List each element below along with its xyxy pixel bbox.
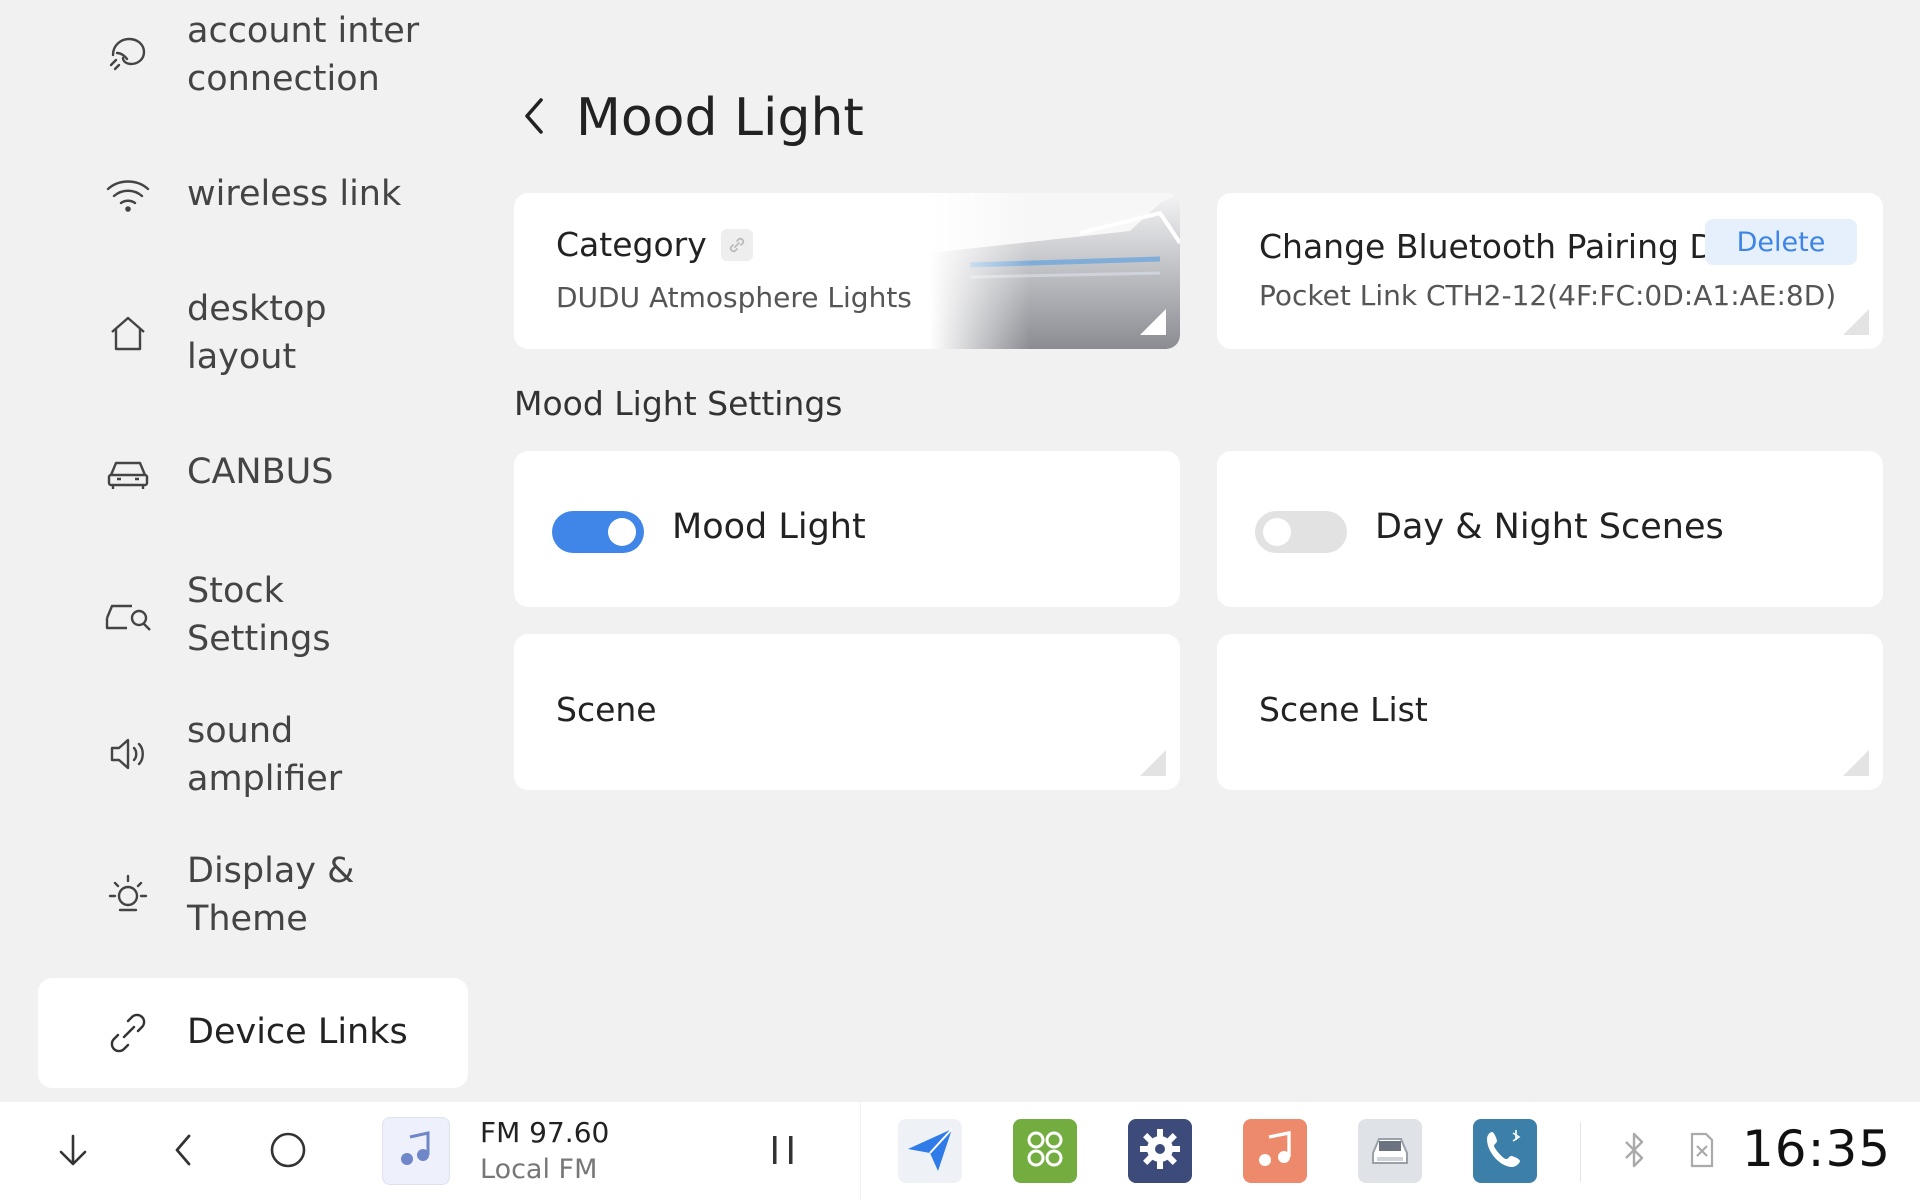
sidebar-item-label: connection: [187, 59, 380, 99]
mood-light-toggle[interactable]: [552, 511, 644, 553]
car-wrench-icon: [102, 588, 154, 640]
pause-icon: [767, 1132, 799, 1172]
back-button[interactable]: [512, 92, 558, 144]
taskbar: FM 97.60 Local FM 16:35: [0, 1102, 1920, 1200]
navigation-app[interactable]: [898, 1119, 962, 1183]
music-note-icon: [396, 1129, 436, 1173]
day-night-card: Day & Night Scenes: [1217, 451, 1883, 607]
section-label: Mood Light Settings: [514, 384, 843, 423]
sidebar-item-label: Display &: [187, 851, 355, 891]
toggle-knob: [1263, 518, 1291, 546]
corner-indicator: [1843, 750, 1869, 776]
phone-icon: [1482, 1126, 1528, 1176]
wifi-icon: [102, 169, 154, 221]
car-app[interactable]: [1358, 1119, 1422, 1183]
sidebar-item-label: account inter: [187, 11, 420, 51]
sidebar-item-account-interconnection[interactable]: account inter connection: [38, 4, 468, 104]
scene-title: Scene: [556, 690, 657, 729]
page-title: Mood Light: [576, 88, 864, 148]
phone-app[interactable]: [1473, 1119, 1537, 1183]
bluetooth-device: Pocket Link CTH2-12(4F:FC:0D:A1:AE:8D): [1259, 279, 1837, 312]
back-arrow-icon: [169, 1130, 197, 1174]
divider: [1580, 1122, 1581, 1182]
corner-indicator: [1140, 309, 1166, 335]
music-app[interactable]: [1243, 1119, 1307, 1183]
sidebar-item-sound-amplifier[interactable]: sound amplifier: [38, 704, 468, 804]
bluetooth-icon: [1620, 1130, 1648, 1174]
chevron-down-button[interactable]: [50, 1129, 96, 1175]
nav-home-button[interactable]: [265, 1129, 311, 1175]
sidebar-item-label: Device Links: [187, 1012, 408, 1052]
car-icon: [1365, 1127, 1415, 1175]
chevron-down-icon: [53, 1130, 93, 1174]
home-icon: [102, 308, 154, 360]
delete-button[interactable]: Delete: [1705, 219, 1857, 265]
category-card[interactable]: Category DUDU Atmosphere Lights: [514, 193, 1180, 349]
clock: 16:35: [1742, 1120, 1892, 1178]
sun-icon: [102, 868, 154, 920]
sidebar-item-display-theme[interactable]: Display & Theme: [38, 844, 468, 944]
bluetooth-pairing-card[interactable]: Change Bluetooth Pairing De Pocket Link …: [1217, 193, 1883, 349]
bluetooth-status: [1614, 1132, 1654, 1172]
toggle-knob: [608, 518, 636, 546]
mood-light-label: Mood Light: [672, 507, 866, 547]
bluetooth-title: Change Bluetooth Pairing De: [1259, 227, 1709, 266]
sidebar-item-desktop-layout[interactable]: desktop layout: [38, 284, 468, 384]
pause-button[interactable]: [760, 1127, 806, 1177]
sidebar-item-label: Settings: [187, 619, 331, 659]
nav-back-button[interactable]: [160, 1129, 206, 1175]
chevron-left-icon: [521, 94, 549, 142]
link-badge-icon: [720, 228, 753, 261]
settings-app[interactable]: [1128, 1119, 1192, 1183]
sidebar-item-label: wireless link: [187, 174, 402, 214]
sidebar-item-device-links[interactable]: Device Links: [38, 978, 468, 1088]
sidebar-item-label: Theme: [187, 899, 308, 939]
no-sim-status: [1682, 1132, 1722, 1172]
sidebar-item-label: sound: [187, 711, 294, 751]
sidebar-item-stock-settings[interactable]: Stock Settings: [38, 564, 468, 664]
sidebar-item-label: Stock: [187, 571, 284, 611]
account-link-icon: [102, 28, 154, 80]
sidebar: account inter connection wireless link d…: [0, 0, 480, 1100]
scene-list-title: Scene List: [1259, 690, 1428, 729]
radio-album-art[interactable]: [382, 1117, 450, 1185]
sidebar-item-label: desktop: [187, 289, 327, 329]
gear-icon: [1137, 1126, 1183, 1176]
corner-indicator: [1843, 309, 1869, 335]
radio-source: Local FM: [480, 1154, 598, 1185]
sidebar-item-canbus[interactable]: CANBUS: [38, 438, 468, 508]
link-icon: [102, 1007, 154, 1059]
scene-card[interactable]: Scene: [514, 634, 1180, 790]
divider: [860, 1102, 861, 1200]
apps-grid-app[interactable]: [1013, 1119, 1077, 1183]
music-note-icon: [1253, 1127, 1297, 1175]
sidebar-item-label: amplifier: [187, 759, 343, 799]
sidebar-item-wireless-link[interactable]: wireless link: [38, 160, 468, 230]
category-subtitle: DUDU Atmosphere Lights: [556, 281, 912, 314]
sim-off-icon: [1686, 1130, 1718, 1174]
apps-grid-icon: [1023, 1127, 1067, 1175]
radio-station: FM 97.60: [480, 1116, 610, 1149]
home-circle-icon: [268, 1130, 308, 1174]
scene-list-card[interactable]: Scene List: [1217, 634, 1883, 790]
mood-light-card: Mood Light: [514, 451, 1180, 607]
paper-plane-icon: [902, 1121, 958, 1181]
speaker-icon: [102, 728, 154, 780]
day-night-toggle[interactable]: [1255, 511, 1347, 553]
corner-indicator: [1140, 750, 1166, 776]
category-title: Category: [556, 225, 707, 264]
day-night-label: Day & Night Scenes: [1375, 507, 1724, 547]
sidebar-item-label: CANBUS: [187, 452, 334, 492]
sidebar-item-label: layout: [187, 337, 297, 377]
car-icon: [102, 447, 154, 499]
